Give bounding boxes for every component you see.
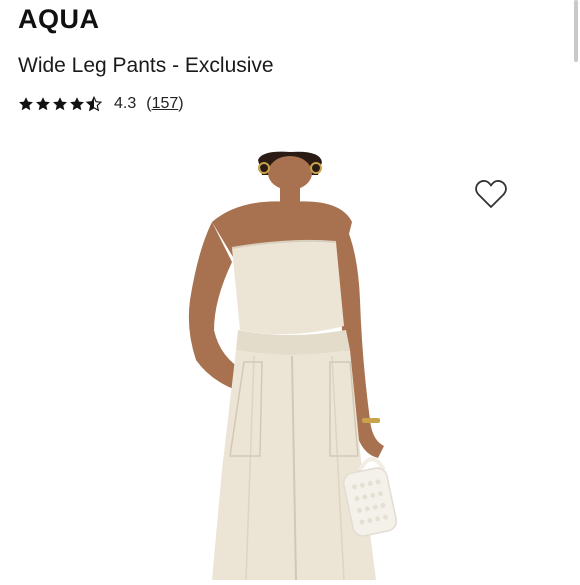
rating-value: 4.3 <box>114 95 137 112</box>
product-title: Wide Leg Pants - Exclusive <box>18 54 274 77</box>
star-icon <box>53 97 67 111</box>
star-rating <box>18 96 102 112</box>
brand-name[interactable]: AQUA <box>18 4 100 35</box>
review-count-link[interactable]: 157 <box>152 95 179 112</box>
review-count-close: ) <box>178 95 184 112</box>
product-image[interactable] <box>170 150 550 581</box>
star-icon <box>36 97 50 111</box>
review-count: (157) <box>146 95 183 113</box>
star-icon <box>19 97 33 111</box>
scrollbar[interactable] <box>574 0 578 62</box>
half-star-icon <box>86 96 102 112</box>
star-icon <box>70 97 84 111</box>
rating-row: 4.3 (157) <box>18 95 184 113</box>
wishlist-heart-icon[interactable] <box>474 178 508 210</box>
model-photo <box>188 151 398 581</box>
